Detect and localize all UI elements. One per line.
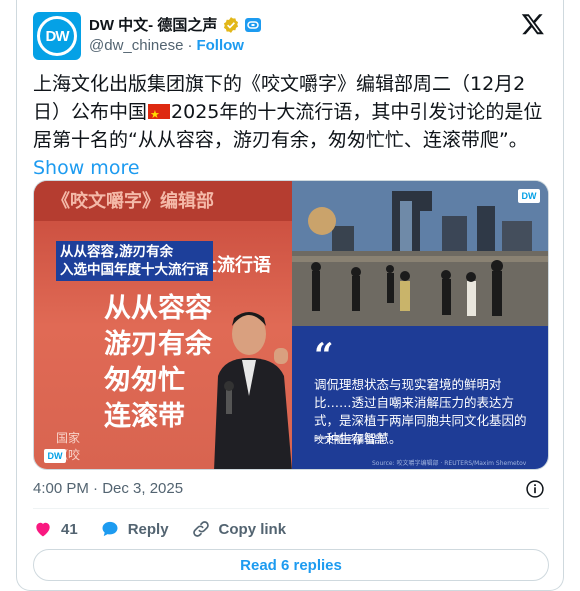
image-caption: 从从容容,游刃有余 入选中国年度十大流行语 [56,241,213,281]
buzzword-line-3: 匆匆忙 [104,365,185,396]
display-name[interactable]: DW 中文- 德国之声 [89,14,217,35]
media-left-panel: 《咬文嚼字》编辑部 上流行语 从从容容,游刃有余 入选中国年度十大流行语 从从容… [34,181,292,469]
show-more-link[interactable]: Show more [33,157,140,179]
quote-mark: “ [314,336,334,376]
copy-link-label: Copy link [218,520,287,538]
read-replies-button[interactable]: Read 6 replies [33,549,549,581]
divider [33,508,549,509]
x-logo-icon[interactable] [521,12,545,36]
like-button[interactable]: 41 [33,519,78,539]
buzzword-line-4: 连滚带 [104,401,185,432]
tweet-text: 上海文化出版集团旗下的《咬文嚼字》编辑部周二（12月2日）公布中国2025年的十… [33,70,553,182]
media-right-photo: DW [292,181,548,326]
reply-button[interactable]: Reply [100,519,169,539]
info-icon[interactable] [525,479,545,499]
heart-icon [36,522,50,537]
handle[interactable]: @dw_chinese [89,37,183,54]
buzzword-line-1: 从从容容 [104,293,212,324]
dw-watermark-left: DW [44,449,66,463]
caption-line-2: 入选中国年度十大流行语 [60,262,209,278]
affiliate-badge-icon [245,17,262,32]
link-icon [192,521,209,537]
book-top: 《咬文嚼字》编辑部 [34,181,292,221]
caption-line-1: 从从容容,游刃有余 [60,244,174,260]
dw-logo: DW [37,16,77,56]
like-count: 41 [61,520,78,538]
timestamp[interactable]: 4:00 PM · Dec 3, 2025 [33,480,183,497]
quote-panel: “ 调侃理想状态与现实窘境的鲜明对比……透过自嘲来消解压力的表达方式，是深植于两… [292,326,548,469]
separator-dot: · [187,37,193,54]
follow-button[interactable]: Follow [196,37,244,54]
verified-gold-icon [224,16,239,33]
photo-credit: Source: 咬文嚼字编辑部 · REUTERS/Maxim Shemetov [372,460,527,467]
buzzword-line-2: 游刃有余 [104,329,212,360]
media-image[interactable]: 《咬文嚼字》编辑部 上流行语 从从容容,游刃有余 入选中国年度十大流行语 从从容… [33,180,549,470]
dw-watermark-right: DW [518,189,540,203]
china-flag-icon [148,101,171,129]
tweet-card: DW DW 中文- 德国之声 @dw_chinese · Follow 上海文化… [16,0,564,591]
avatar[interactable]: DW [33,12,81,60]
book-title: 《咬文嚼字》编辑部 [52,191,214,212]
book-footer-line-1: 国家 [56,431,81,445]
name-row: DW 中文- 德国之声 [89,14,262,35]
speaker-person [214,312,292,469]
cityscape-photo [292,181,548,326]
handle-row: @dw_chinese · Follow [89,37,244,54]
reply-label: Reply [127,520,169,538]
action-bar: 41 Reply Copy link [33,516,308,542]
quote-source: 咬文嚼字编辑部 [314,435,384,446]
buzzword-text: 从从容容 游刃有余 匆匆忙 连滚带 [104,291,212,435]
copy-link-button[interactable]: Copy link [191,519,287,539]
reply-bubble-icon [102,521,118,537]
